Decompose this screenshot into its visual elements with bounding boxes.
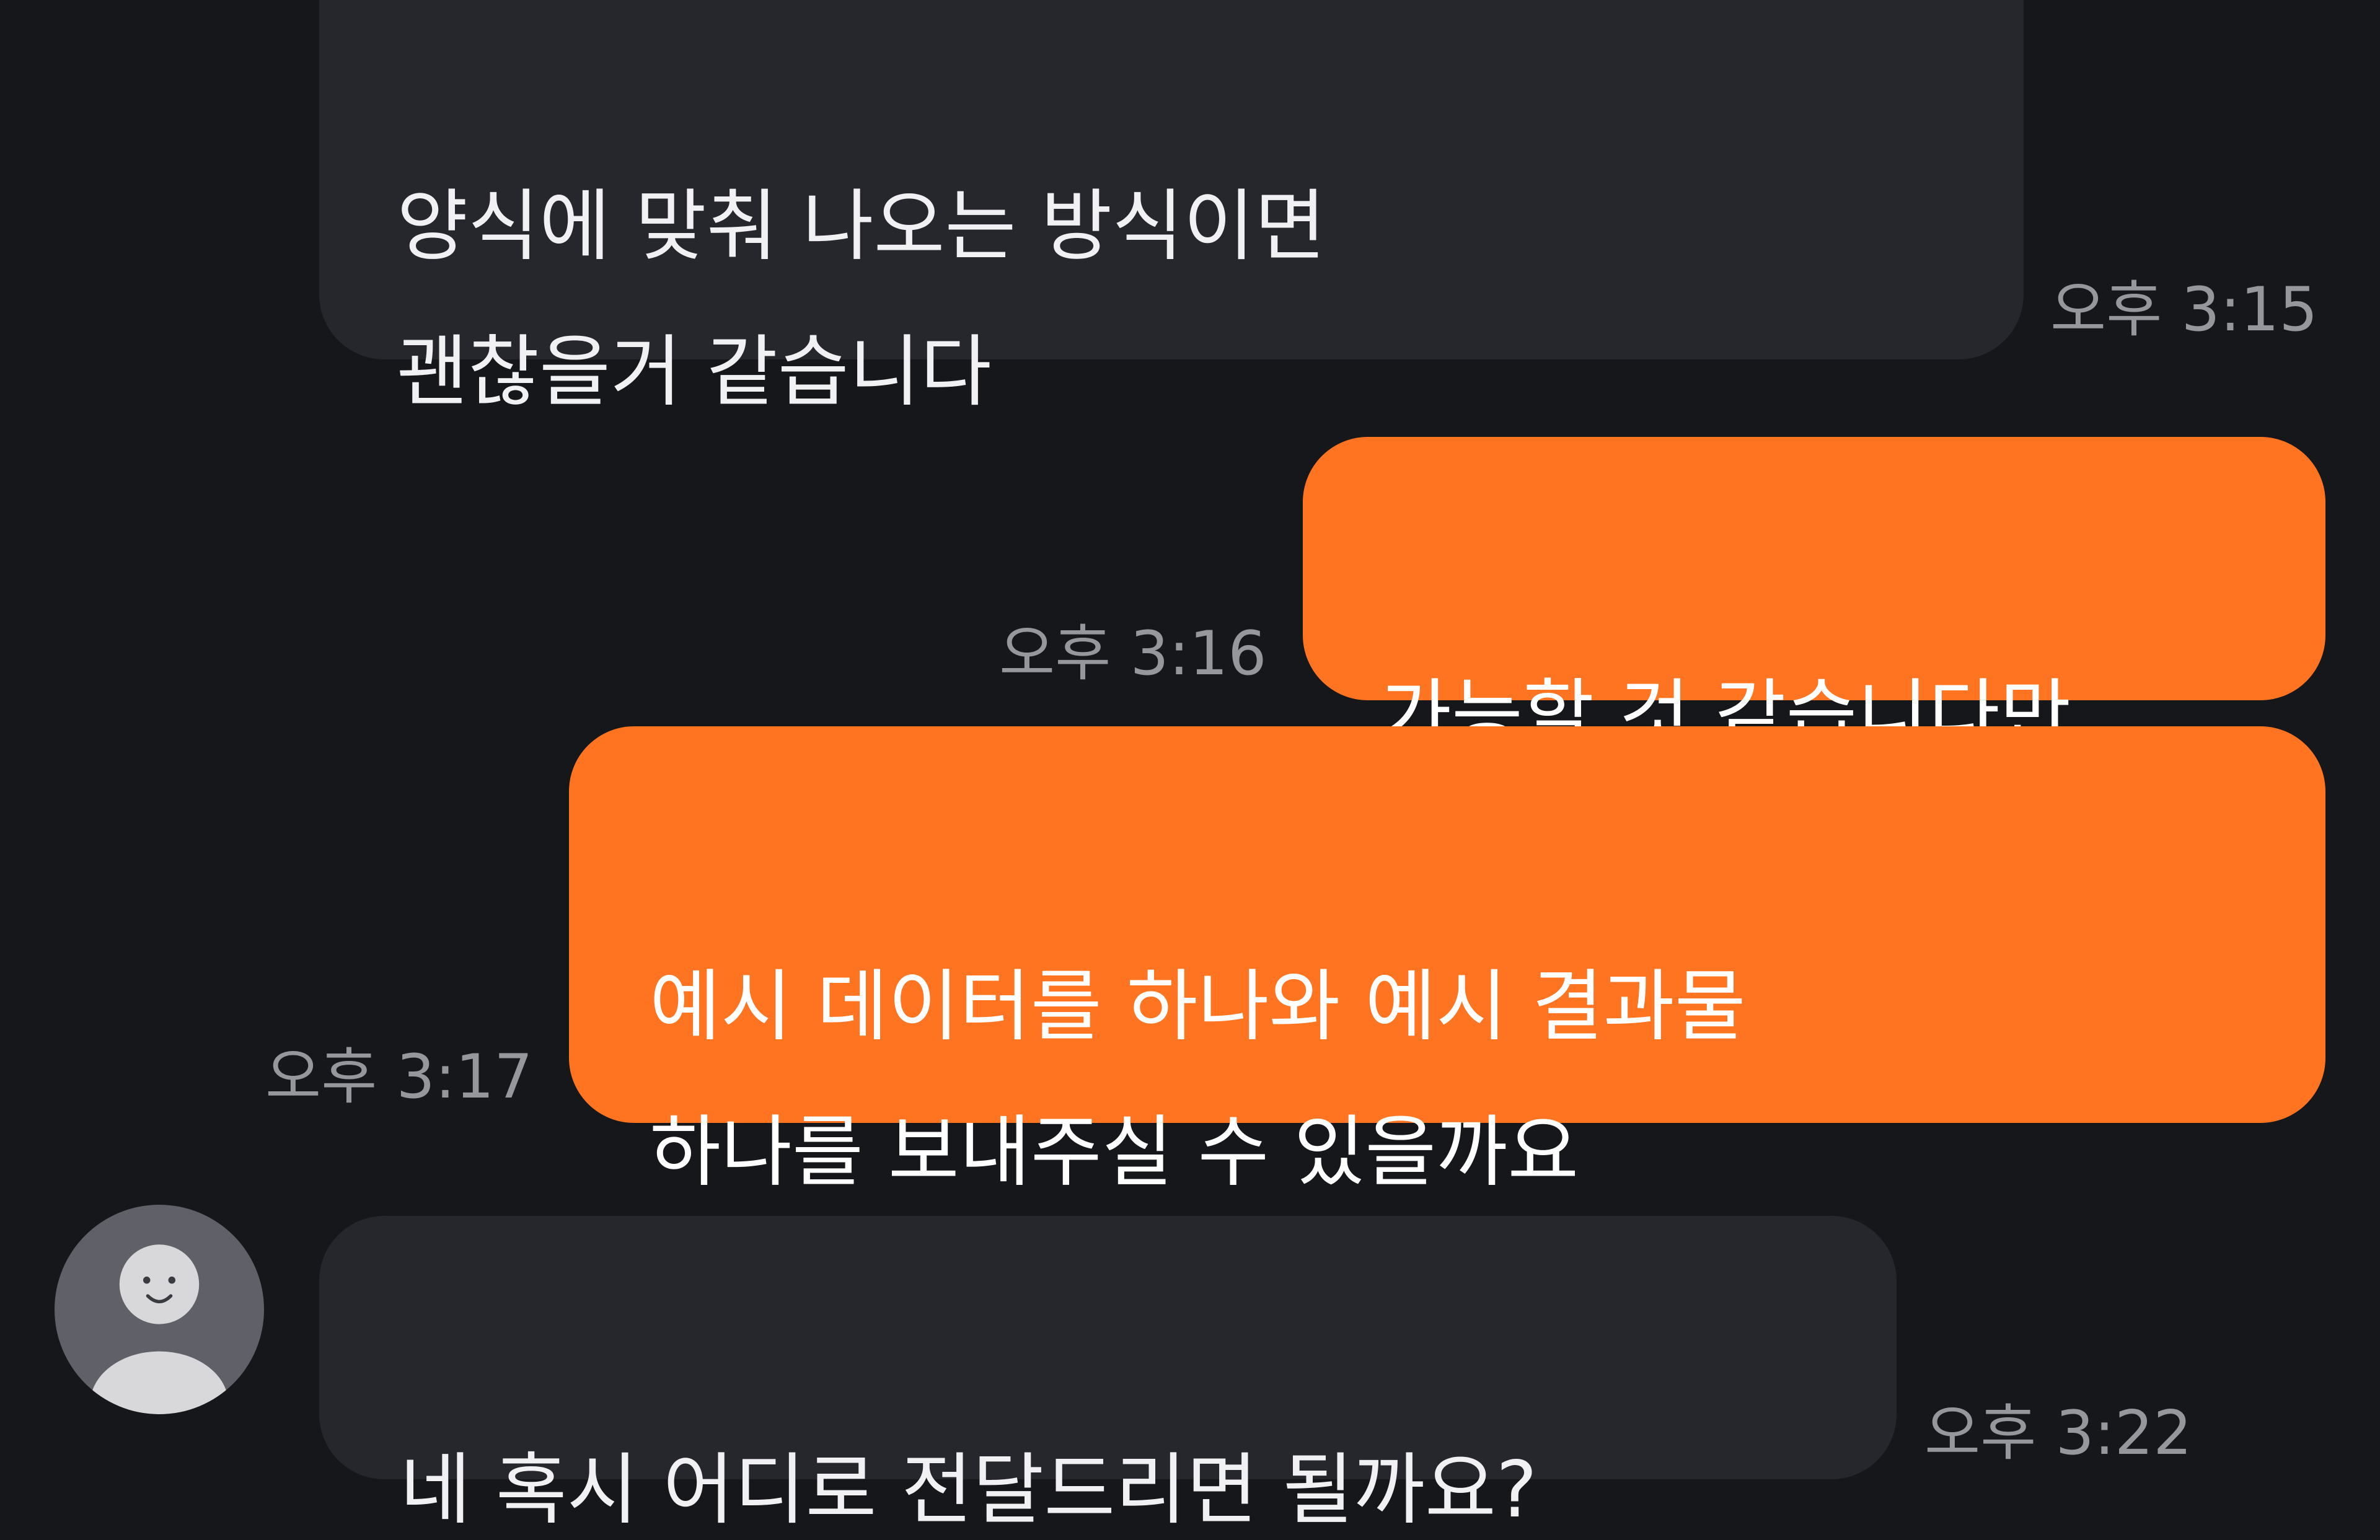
message-bubble-outgoing[interactable]: 예시 데이터를 하나와 예시 결과물 하나를 보내주실 수 있을까요 [569,726,2325,1197]
message-timestamp: 오후 3:22 [1924,1398,2192,1469]
avatar[interactable] [55,1205,264,1414]
default-profile-icon [55,1205,264,1414]
message-timestamp: 오후 3:17 [265,1042,533,1112]
message-bubble-incoming[interactable]: 네 혹시 어디로 전달드리면 될까요? [319,1216,1897,1535]
message-timestamp: 오후 3:15 [2050,275,2318,345]
message-bubble-incoming[interactable]: 양식에 맞춰 나오는 방식이면 괜찮을거 같습니다 [319,0,2024,417]
message-text: 네 혹시 어디로 전달드리면 될까요? [400,1445,1538,1535]
message-bubble-outgoing[interactable]: 가능할 것 같습니다만 [1303,437,2325,761]
message-text: 예시 데이터를 하나와 예시 결과물 하나를 보내주실 수 있을까요 [650,962,1746,1197]
message-text: 양식에 맞춰 나오는 방식이면 괜찮을거 같습니다 [397,182,1326,417]
message-timestamp: 오후 3:16 [999,618,1267,689]
